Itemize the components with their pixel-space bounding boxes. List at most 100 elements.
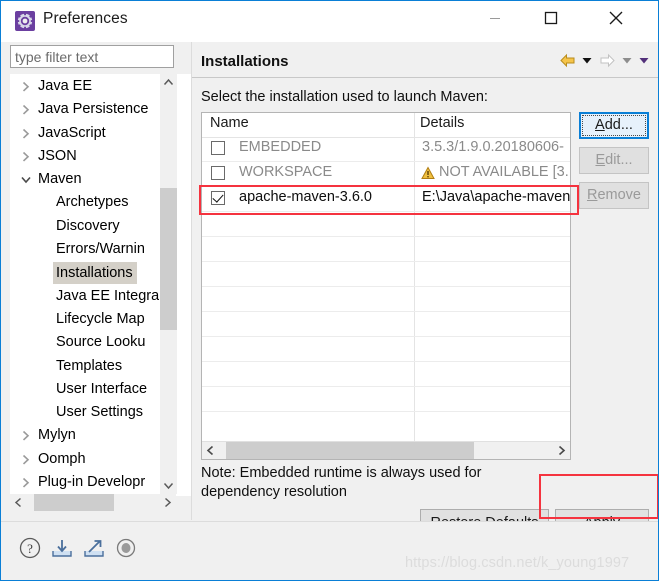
section-label: Select the installation used to launch M… xyxy=(201,89,488,105)
sidebar-item-label: Mylyn xyxy=(38,427,76,444)
sidebar-item-mylyn[interactable]: Mylyn xyxy=(11,424,171,447)
cell-name: EMBEDDED xyxy=(239,139,322,155)
back-dropdown-icon[interactable] xyxy=(580,50,594,70)
sidebar-item-label: Installations xyxy=(53,262,137,285)
sidebar-item-discovery[interactable]: Discovery xyxy=(11,215,171,238)
restore-icon[interactable] xyxy=(113,535,139,561)
sidebar-item-lifecycle-map[interactable]: Lifecycle Map xyxy=(11,308,171,331)
sidebar-item-errors-warnin[interactable]: Errors/Warnin xyxy=(11,238,171,261)
sidebar-item-json[interactable]: JSON xyxy=(11,145,171,168)
sidebar-item-label: Source Looku xyxy=(56,334,146,351)
table-row-empty[interactable] xyxy=(202,212,570,237)
table-scroll-left-icon[interactable] xyxy=(202,442,219,459)
sidebar-item-oomph[interactable]: Oomph xyxy=(11,448,171,471)
sidebar-item-maven[interactable]: Maven xyxy=(11,168,171,191)
sidebar-item-label: Discovery xyxy=(56,217,120,234)
warning-icon xyxy=(421,166,435,180)
chevron-right-icon[interactable] xyxy=(19,471,33,494)
table-row-empty[interactable] xyxy=(202,262,570,287)
tree-vertical-scrollbar[interactable] xyxy=(159,74,177,494)
sidebar-item-source-looku[interactable]: Source Looku xyxy=(11,331,171,354)
table-row-empty[interactable] xyxy=(202,237,570,262)
column-header-details[interactable]: Details xyxy=(420,115,464,131)
installations-table[interactable]: Name Details EMBEDDED 3.5.3/1.9.0.2018060… xyxy=(201,112,571,460)
scroll-down-icon[interactable] xyxy=(160,477,177,494)
note-text: Note: Embedded runtime is always used fo… xyxy=(201,465,482,500)
minimize-button[interactable] xyxy=(472,1,518,34)
remove-button-label: Remove xyxy=(586,187,641,203)
row-checkbox[interactable] xyxy=(211,166,225,180)
scroll-left-icon[interactable] xyxy=(10,494,27,511)
sidebar-item-label: Oomph xyxy=(38,450,86,467)
sidebar-item-java-ee[interactable]: Java EE xyxy=(11,75,171,98)
scroll-up-icon[interactable] xyxy=(160,74,177,91)
tree-hscrollbar-thumb[interactable] xyxy=(34,494,114,511)
view-menu-dropdown-icon[interactable] xyxy=(637,50,651,70)
tree-scrollbar-thumb[interactable] xyxy=(160,188,177,330)
sidebar-item-label: Archetypes xyxy=(56,194,129,211)
cell-name: apache-maven-3.6.0 xyxy=(239,189,372,205)
preferences-gear-icon xyxy=(14,10,36,32)
export-icon[interactable] xyxy=(81,535,107,561)
sidebar-item-user-settings[interactable]: User Settings xyxy=(11,401,171,424)
close-button[interactable] xyxy=(593,1,639,34)
title-bar: Preferences xyxy=(1,1,658,42)
table-row-empty[interactable] xyxy=(202,387,570,412)
window-title: Preferences xyxy=(43,10,128,27)
preferences-dialog: Preferences Java EE Java Persistence JavaS… xyxy=(0,0,659,581)
sidebar-item-archetypes[interactable]: Archetypes xyxy=(11,191,171,214)
scroll-right-icon[interactable] xyxy=(159,494,176,511)
remove-button: Remove xyxy=(579,182,649,209)
edit-button-label: Edit... xyxy=(595,152,633,168)
maximize-button[interactable] xyxy=(528,1,574,34)
sidebar-item-label: Maven xyxy=(38,171,82,188)
chevron-right-icon[interactable] xyxy=(19,145,33,168)
sidebar-item-label: Java EE xyxy=(38,78,92,94)
title-divider xyxy=(192,77,658,78)
chevron-down-icon[interactable] xyxy=(19,168,33,191)
help-icon[interactable]: ? xyxy=(17,535,43,561)
sidebar-item-user-interface[interactable]: User Interface xyxy=(11,378,171,401)
sidebar-item-installations[interactable]: Installations xyxy=(11,261,171,285)
edit-button: Edit... xyxy=(579,147,649,174)
filter-input[interactable] xyxy=(10,45,174,68)
import-icon[interactable] xyxy=(49,535,75,561)
sidebar-item-javascript[interactable]: JavaScript xyxy=(11,122,171,145)
table-scroll-right-icon[interactable] xyxy=(553,442,570,459)
tree-horizontal-scrollbar[interactable] xyxy=(10,494,176,511)
table-row-empty[interactable] xyxy=(202,287,570,312)
table-row-empty[interactable] xyxy=(202,337,570,362)
row-checkbox[interactable] xyxy=(211,141,225,155)
sidebar-item-plug-in-developr[interactable]: Plug-in Developr xyxy=(11,471,171,494)
sidebar-item-label: Plug-in Developr xyxy=(38,474,146,491)
table-row-empty[interactable] xyxy=(202,362,570,387)
cell-details: 3.5.3/1.9.0.20180606- xyxy=(422,139,564,155)
chevron-right-icon[interactable] xyxy=(19,98,33,121)
svg-text:?: ? xyxy=(27,541,33,556)
chevron-right-icon[interactable] xyxy=(19,75,33,98)
table-row-empty[interactable] xyxy=(202,312,570,337)
chevron-right-icon[interactable] xyxy=(19,448,33,471)
cell-details: E:\Java\apache-maven xyxy=(422,189,571,205)
chevron-right-icon[interactable] xyxy=(19,122,33,145)
table-row[interactable]: apache-maven-3.6.0 E:\Java\apache-maven xyxy=(202,187,570,212)
sidebar-item-java-persistence[interactable]: Java Persistence xyxy=(11,98,171,121)
back-arrow-icon[interactable] xyxy=(557,50,577,70)
column-header-name[interactable]: Name xyxy=(210,115,249,131)
page-title: Installations xyxy=(201,53,289,70)
sidebar-item-label: User Interface xyxy=(56,380,148,397)
row-checkbox[interactable] xyxy=(211,191,225,205)
sidebar-item-label: User Settings xyxy=(56,404,144,421)
sidebar-item-java-ee-integra[interactable]: Java EE Integra xyxy=(11,285,171,308)
sidebar-item-label: Java EE Integra xyxy=(56,287,160,304)
chevron-right-icon[interactable] xyxy=(19,424,33,447)
table-row[interactable]: EMBEDDED 3.5.3/1.9.0.20180606- xyxy=(202,137,570,162)
forward-dropdown-icon xyxy=(620,50,634,70)
sidebar-item-templates[interactable]: Templates xyxy=(11,355,171,378)
table-hscrollbar-thumb[interactable] xyxy=(226,442,474,459)
table-horizontal-scrollbar[interactable] xyxy=(202,441,570,459)
add-button[interactable]: Add... xyxy=(579,112,649,139)
table-row[interactable]: WORKSPACE NOT AVAILABLE [3. xyxy=(202,162,570,187)
sidebar-item-label: Lifecycle Map xyxy=(56,310,145,327)
cell-name: WORKSPACE xyxy=(239,164,333,180)
